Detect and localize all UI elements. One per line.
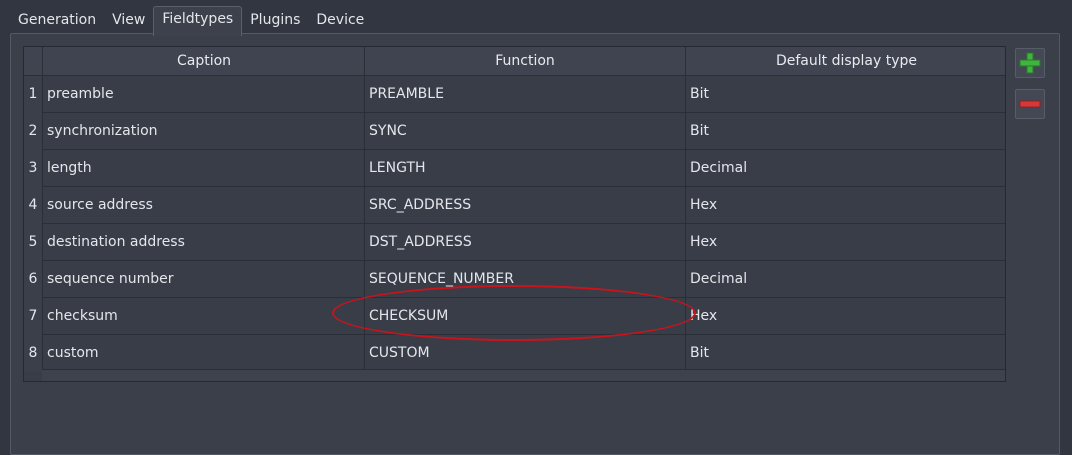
tab-device[interactable]: Device [308, 6, 372, 34]
row-number[interactable]: 4 [24, 187, 42, 224]
cell-caption[interactable]: custom [42, 335, 364, 372]
cell-function[interactable]: CHECKSUM [364, 298, 685, 335]
cell-display-type[interactable]: Decimal [685, 261, 1005, 298]
table-row[interactable]: 3 length LENGTH Decimal [24, 150, 1005, 187]
row-number[interactable]: 3 [24, 150, 42, 187]
row-number[interactable]: 2 [24, 113, 42, 150]
table-row[interactable]: 1 preamble PREAMBLE Bit [24, 76, 1005, 113]
cell-display-type[interactable]: Bit [685, 335, 1005, 372]
cell-function[interactable]: CUSTOM [364, 335, 685, 372]
cell-display-type[interactable]: Hex [685, 187, 1005, 224]
table-row[interactable]: 4 source address SRC_ADDRESS Hex [24, 187, 1005, 224]
cell-caption[interactable]: preamble [42, 76, 364, 113]
cell-caption[interactable]: checksum [42, 298, 364, 335]
table-row[interactable]: 7 checksum CHECKSUM Hex [24, 298, 1005, 335]
tab-fieldtypes[interactable]: Fieldtypes [153, 6, 243, 36]
add-fieldtype-button[interactable] [1015, 48, 1045, 78]
cell-display-type[interactable]: Decimal [685, 150, 1005, 187]
table-corner[interactable] [24, 47, 42, 75]
cell-function[interactable]: SRC_ADDRESS [364, 187, 685, 224]
cell-display-type[interactable]: Bit [685, 76, 1005, 113]
cell-function[interactable]: LENGTH [364, 150, 685, 187]
cell-function[interactable]: SEQUENCE_NUMBER [364, 261, 685, 298]
column-header-caption[interactable]: Caption [42, 47, 365, 75]
cell-display-type[interactable]: Bit [685, 113, 1005, 150]
remove-fieldtype-button[interactable] [1015, 89, 1045, 119]
row-number[interactable]: 8 [24, 335, 42, 372]
cell-display-type[interactable]: Hex [685, 298, 1005, 335]
cell-function[interactable]: DST_ADDRESS [364, 224, 685, 261]
column-header-function[interactable]: Function [364, 47, 685, 75]
tab-plugins[interactable]: Plugins [242, 6, 308, 34]
table-row[interactable]: 2 synchronization SYNC Bit [24, 113, 1005, 150]
table-header: Caption Function Default display type [24, 47, 1005, 76]
plus-icon [1019, 52, 1041, 74]
cell-caption[interactable]: destination address [42, 224, 364, 261]
minus-icon [1019, 100, 1041, 108]
fieldtypes-table: Caption Function Default display type 1p… [23, 46, 1006, 382]
cell-display-type[interactable]: Hex [685, 224, 1005, 261]
tab-bar: Generation View Fieldtypes Plugins Devic… [10, 6, 372, 36]
horizontal-scrollbar[interactable] [42, 369, 1005, 381]
table-row[interactable]: 6 sequence number SEQUENCE_NUMBER Decimal [24, 261, 1005, 298]
cell-caption[interactable]: synchronization [42, 113, 364, 150]
cell-caption[interactable]: length [42, 150, 364, 187]
tab-view[interactable]: View [104, 6, 153, 34]
tab-generation[interactable]: Generation [10, 6, 104, 34]
row-number[interactable]: 6 [24, 261, 42, 298]
row-number[interactable]: 7 [24, 298, 42, 335]
row-number[interactable]: 5 [24, 224, 42, 261]
cell-function[interactable]: SYNC [364, 113, 685, 150]
column-header-display-type[interactable]: Default display type [685, 47, 1005, 75]
table-row[interactable]: 8 custom CUSTOM Bit [24, 335, 1005, 372]
table-row[interactable]: 5 destination address DST_ADDRESS Hex [24, 224, 1005, 261]
cell-caption[interactable]: sequence number [42, 261, 364, 298]
cell-caption[interactable]: source address [42, 187, 364, 224]
row-number[interactable]: 1 [24, 76, 42, 113]
cell-function[interactable]: PREAMBLE [364, 76, 685, 113]
